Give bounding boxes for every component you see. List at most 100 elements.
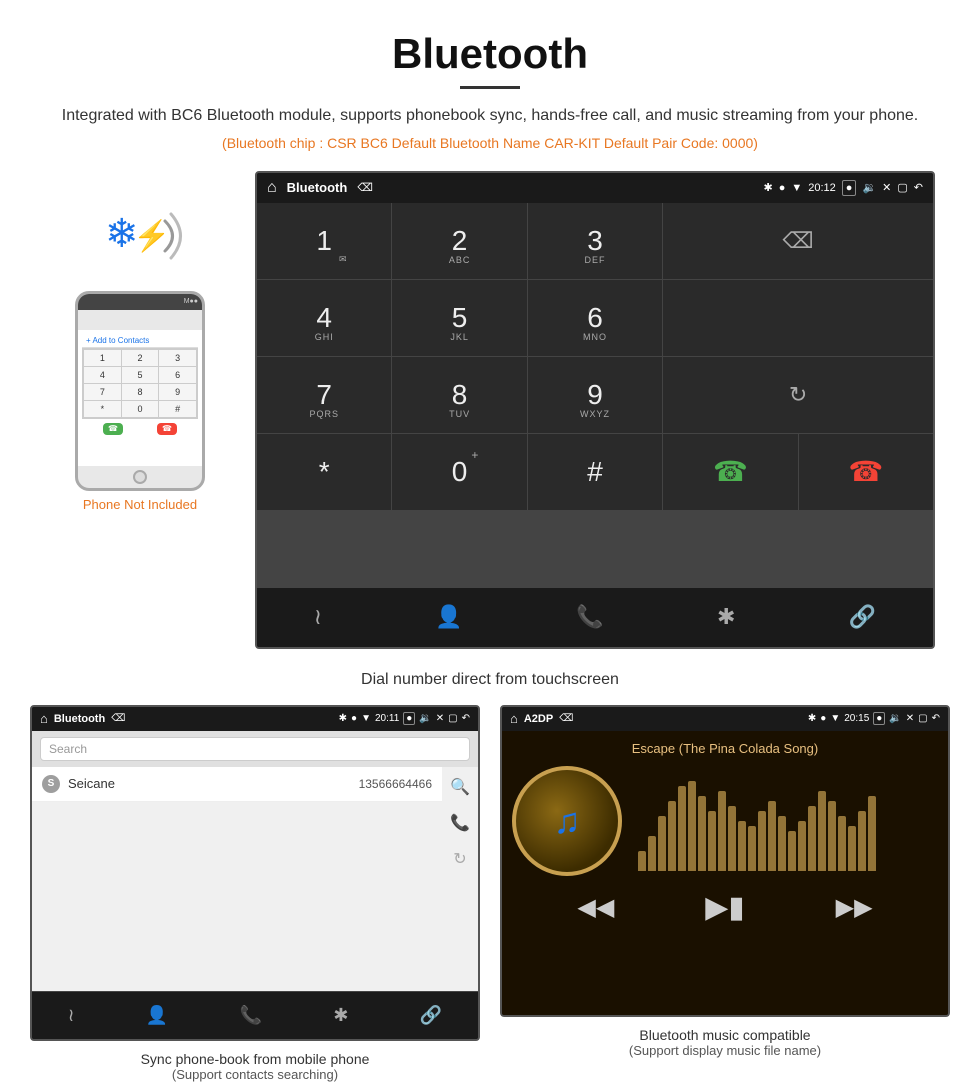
phone-not-included-label: Phone Not Included — [83, 497, 197, 512]
page-title: Bluetooth — [60, 30, 920, 78]
back-icon[interactable]: ↶ — [914, 181, 923, 194]
home-icon[interactable]: ⌂ — [267, 179, 277, 197]
phonebook-container: S Seicane 13566664466 🔍 📞 ↻ — [32, 767, 478, 869]
dial-key-7[interactable]: 7 PQRS — [257, 357, 391, 433]
phone-call-buttons: ☎ ☎ — [82, 419, 198, 439]
android-statusbar: ⌂ Bluetooth ⌫ ✱ ● ▼ 20:12 ● 🔉 ✕ ▢ ↶ — [257, 173, 933, 203]
eq-bar — [658, 816, 666, 871]
dial-call-red[interactable]: ☎ — [799, 434, 933, 510]
nav-link-icon[interactable]: 🔗 — [849, 604, 876, 630]
album-art: ♫ — [512, 766, 622, 876]
time-display: 20:12 — [808, 182, 836, 194]
contacts-list: S Seicane 13566664466 — [32, 767, 442, 802]
eq-bar — [828, 801, 836, 871]
pb-home-icon[interactable]: ⌂ — [40, 711, 48, 726]
dial-call-green[interactable]: ☎ — [663, 434, 797, 510]
call-red-icon: ☎ — [848, 455, 883, 488]
music-bt-icon: ✱ — [808, 713, 816, 724]
eq-bar — [768, 801, 776, 871]
contact-row[interactable]: S Seicane 13566664466 — [32, 767, 442, 802]
music-time: 20:15 — [844, 713, 869, 724]
pb-volume-icon[interactable]: 🔉 — [419, 713, 431, 724]
pb-gps-icon: ● — [351, 713, 357, 724]
eq-bar — [778, 816, 786, 871]
music-prev-icon[interactable]: ◀◀ — [577, 893, 614, 922]
dial-key-0[interactable]: 0 + — [392, 434, 526, 510]
dial-key-3[interactable]: 3 DEF — [528, 203, 662, 279]
gps-icon: ● — [779, 182, 786, 194]
pb-bt-icon: ✱ — [339, 713, 347, 724]
pb-nav-link[interactable]: 🔗 — [420, 1005, 442, 1026]
eq-bar — [648, 836, 656, 871]
pb-search-icon[interactable]: 🔍 — [450, 777, 470, 797]
pb-nav-apps[interactable]: ≀ — [68, 1005, 75, 1026]
nav-contacts-icon[interactable]: 👤 — [435, 604, 462, 630]
phone-home-button[interactable] — [78, 466, 202, 488]
refresh-icon: ↻ — [789, 382, 807, 408]
eq-bar — [788, 831, 796, 871]
pb-window-icon[interactable]: ▢ — [448, 713, 457, 724]
pb-refresh-icon[interactable]: ↻ — [453, 849, 466, 869]
dial-key-8[interactable]: 8 TUV — [392, 357, 526, 433]
music-caption: Bluetooth music compatible — [500, 1017, 950, 1043]
home-circle — [133, 470, 147, 484]
search-input[interactable]: Search — [40, 737, 470, 761]
eq-bar — [708, 811, 716, 871]
music-next-icon[interactable]: ▶▶ — [836, 893, 873, 922]
dial-key-9[interactable]: 9 WXYZ — [528, 357, 662, 433]
dial-backspace[interactable]: ⌫ — [663, 203, 933, 279]
eq-bar — [738, 821, 746, 871]
camera-icon[interactable]: ● — [842, 180, 857, 196]
pb-nav-phone[interactable]: 📞 — [240, 1005, 262, 1026]
contact-name: Seicane — [68, 776, 359, 791]
music-back-icon[interactable]: ↶ — [932, 713, 940, 724]
dial-key-6[interactable]: 6 MNO — [528, 280, 662, 356]
add-contact-button[interactable]: + Add to Contacts — [82, 334, 198, 348]
usb-icon: ⌫ — [357, 181, 373, 194]
music-play-pause-icon[interactable]: ▶▮ — [705, 890, 745, 925]
music-body: Escape (The Pina Colada Song) ♫ ◀◀ ▶▮ ▶▶ — [502, 731, 948, 1015]
dial-key-star[interactable]: * — [257, 434, 391, 510]
dial-key-hash[interactable]: # — [528, 434, 662, 510]
nav-apps-icon[interactable]: ≀ — [314, 604, 322, 630]
header-description: Integrated with BC6 Bluetooth module, su… — [60, 103, 920, 129]
phone-screen: + Add to Contacts 1 2 3 4 5 6 7 8 9 * 0 … — [78, 330, 202, 466]
dial-section: ❄ ⚡ M●● + Add to Contacts 1 2 3 — [0, 171, 980, 649]
dial-key-2[interactable]: 2 ABC — [392, 203, 526, 279]
window-icon[interactable]: ▢ — [897, 181, 907, 194]
eq-bar — [798, 821, 806, 871]
header-specs: (Bluetooth chip : CSR BC6 Default Blueto… — [60, 135, 920, 151]
eq-bar — [758, 811, 766, 871]
eq-bar — [838, 816, 846, 871]
music-volume-icon[interactable]: 🔉 — [889, 713, 901, 724]
dial-key-4[interactable]: 4 GHI — [257, 280, 391, 356]
pb-back-icon[interactable]: ↶ — [462, 713, 470, 724]
nav-bluetooth-icon[interactable]: ✱ — [717, 604, 735, 630]
music-camera-icon[interactable]: ● — [873, 712, 885, 725]
pb-camera-icon[interactable]: ● — [403, 712, 415, 725]
volume-icon[interactable]: 🔉 — [862, 181, 876, 194]
backspace-icon: ⌫ — [783, 228, 814, 254]
dial-caption: Dial number direct from touchscreen — [0, 659, 980, 705]
music-close-icon[interactable]: ✕ — [906, 713, 914, 724]
dial-key-5[interactable]: 5 JKL — [392, 280, 526, 356]
phone-call-red[interactable]: ☎ — [157, 423, 177, 435]
dial-key-1[interactable]: 1 ✉ — [257, 203, 391, 279]
music-window-icon[interactable]: ▢ — [918, 713, 927, 724]
eq-bar — [638, 851, 646, 871]
pb-nav-bt[interactable]: ✱ — [333, 1005, 348, 1026]
music-home-icon[interactable]: ⌂ — [510, 711, 518, 726]
nav-phone-icon[interactable]: 📞 — [576, 604, 603, 630]
eq-bar — [858, 811, 866, 871]
phonebook-screenshot-block: ⌂ Bluetooth ⌫ ✱ ● ▼ 20:11 ● 🔉 ✕ ▢ ↶ — [30, 705, 480, 1082]
eq-bar — [678, 786, 686, 871]
phone-call-green[interactable]: ☎ — [103, 423, 123, 435]
pb-nav-contacts[interactable]: 👤 — [146, 1005, 168, 1026]
pb-phone-icon[interactable]: 📞 — [450, 813, 470, 833]
music-statusbar-title: A2DP — [524, 713, 553, 725]
pb-usb-icon: ⌫ — [111, 713, 125, 724]
music-controls: ◀◀ ▶▮ ▶▶ — [512, 876, 938, 925]
close-icon[interactable]: ✕ — [882, 181, 891, 194]
pb-close-icon[interactable]: ✕ — [436, 713, 444, 724]
dial-refresh[interactable]: ↻ — [663, 357, 933, 433]
